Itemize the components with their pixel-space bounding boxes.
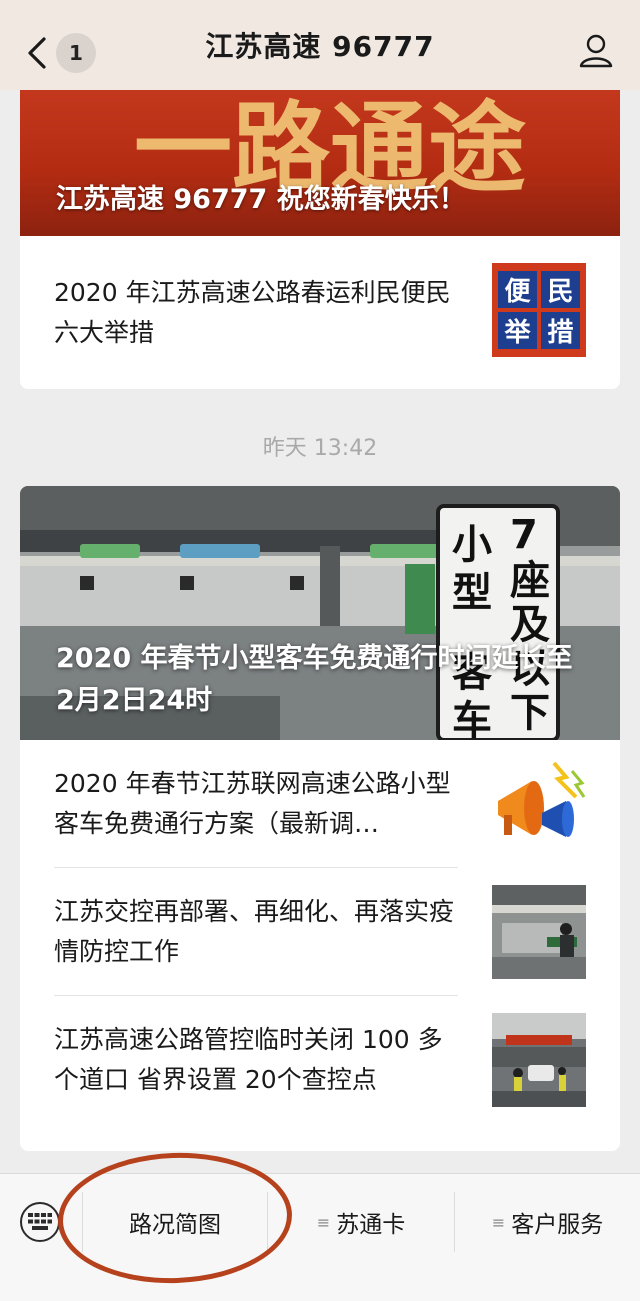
article-list-item[interactable]: 2020 年春节江苏联网高速公路小型客车免费通行方案（最新调…	[20, 740, 620, 868]
menu-list-icon: ≡	[316, 1212, 331, 1232]
sign-char: 7	[510, 512, 538, 558]
menu-road-map[interactable]: 路况简图	[83, 1192, 267, 1252]
article-banner[interactable]: 7 座 及 以 下 小 型 客 车 2020 年春节小型客车免费通行时间延长至 …	[20, 486, 620, 740]
chevron-left-icon	[28, 37, 46, 69]
menu-label: 客户服务	[511, 1212, 604, 1238]
back-button[interactable]: 1	[22, 28, 102, 78]
article-title: 江苏高速公路管控临时关闭 100 多个道口 省界设置 20个查控点	[54, 1025, 443, 1094]
page-title: 江苏高速 96777	[205, 30, 435, 63]
profile-icon[interactable]	[578, 32, 614, 68]
article-list-item[interactable]: 2020 年江苏高速公路春运利民便民六大举措 便 民 举 措	[20, 236, 620, 389]
article-title: 江苏交控再部署、再细化、再落实疫情防控工作	[54, 897, 455, 966]
unread-count-badge: 1	[56, 33, 96, 73]
sign-char: 型	[452, 570, 492, 616]
article-thumbnail	[492, 885, 586, 979]
thumb-char: 措	[541, 312, 580, 349]
banner-caption: 2020 年春节小型客车免费通行时间延长至 2月2日24时	[56, 643, 573, 716]
article-list-item[interactable]: 江苏交控再部署、再细化、再落实疫情防控工作	[20, 868, 620, 996]
article-card: 一路通途 江苏高速 96777 祝您新春快乐！ 2020 年江苏高速公路春运利民…	[20, 90, 620, 389]
menu-sutong-card[interactable]: ≡ 苏通卡	[268, 1192, 454, 1252]
article-card: 7 座 及 以 下 小 型 客 车 2020 年春节小型客车免费通行时间延长至 …	[20, 486, 620, 1151]
thumb-char: 民	[541, 271, 580, 308]
thumb-char: 便	[498, 271, 537, 308]
article-list-item[interactable]: 江苏高速公路管控临时关闭 100 多个道口 省界设置 20个查控点	[20, 996, 620, 1124]
article-thumbnail	[492, 1013, 586, 1107]
article-title: 2020 年江苏高速公路春运利民便民六大举措	[54, 277, 451, 347]
sign-char: 小	[452, 522, 492, 568]
article-thumbnail: 便 民 举 措	[492, 263, 586, 357]
bottom-menu-bar: 路况简图 ≡ 苏通卡 ≡ 客户服务	[0, 1173, 640, 1301]
menu-customer-service[interactable]: ≡ 客户服务	[455, 1192, 640, 1252]
keyboard-toggle-button[interactable]	[20, 1202, 60, 1242]
menu-list-icon: ≡	[491, 1212, 506, 1232]
megaphone-icon	[498, 761, 586, 837]
thumb-char: 举	[498, 312, 537, 349]
timestamp-label: 昨天 13:42	[262, 436, 378, 461]
checkpoint-photo	[492, 1013, 586, 1107]
menu-label: 苏通卡	[336, 1212, 406, 1238]
article-banner[interactable]: 一路通途 江苏高速 96777 祝您新春快乐！	[20, 90, 620, 236]
keyboard-icon	[28, 1213, 52, 1230]
article-thumbnail	[492, 757, 586, 851]
nav-header: 1 江苏高速 96777	[0, 0, 640, 90]
menu-label: 路况简图	[129, 1212, 221, 1238]
toll-gate-photo	[492, 885, 586, 979]
banner-caption: 江苏高速 96777 祝您新春快乐！	[56, 184, 466, 215]
article-title: 2020 年春节江苏联网高速公路小型客车免费通行方案（最新调…	[54, 769, 451, 838]
sign-char: 座	[510, 558, 550, 604]
